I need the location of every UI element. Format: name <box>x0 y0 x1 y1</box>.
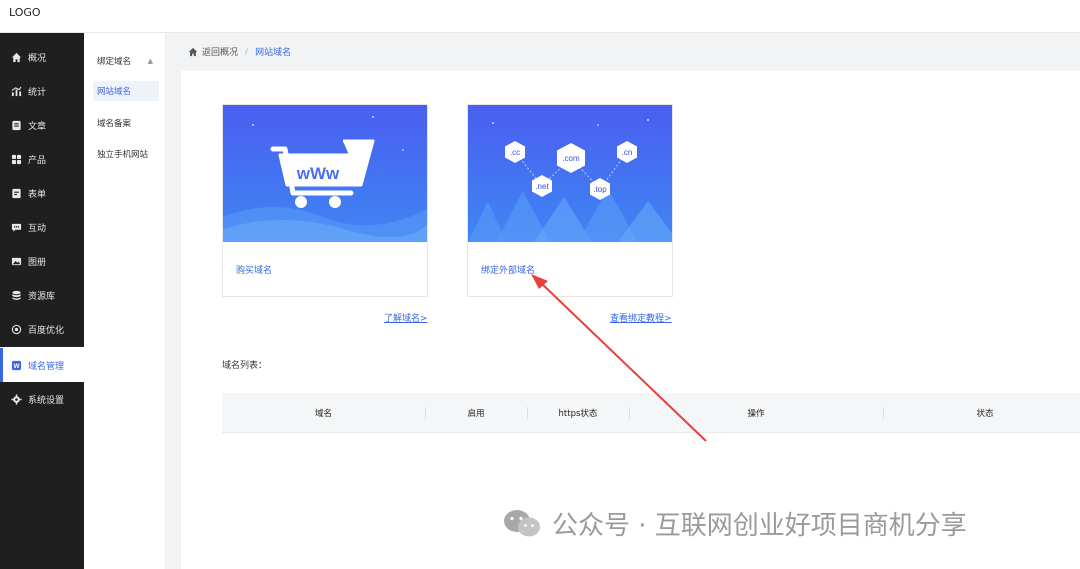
article-icon <box>11 120 22 131</box>
column-header-actions: 操作 <box>747 409 765 419</box>
sidebar-item-overview[interactable]: 概况 <box>0 40 84 74</box>
badge-net: .net <box>535 182 549 191</box>
buy-domain-label[interactable]: 购买域名 <box>236 263 272 276</box>
stats-icon <box>11 86 22 97</box>
bind-tutorial-link[interactable]: 查看绑定教程> <box>610 311 672 324</box>
sidebar-item-domain[interactable]: W 域名管理 <box>0 348 84 382</box>
home-icon[interactable] <box>188 47 198 57</box>
breadcrumb-current: 网站域名 <box>255 48 292 58</box>
badge-top: .top <box>593 185 607 194</box>
subnav-item-site-domain[interactable]: 网站域名 <box>93 81 159 101</box>
bind-domain-card[interactable]: .cc .com .cn .net .top 绑定外部域名 <box>467 104 673 297</box>
badge-com: .com <box>562 154 580 163</box>
subnav-group-bind-domain[interactable]: 绑定域名 ▲ <box>93 51 159 71</box>
column-header-enabled: 启用 <box>467 409 485 419</box>
badge-cn: .cn <box>622 148 633 157</box>
subnav-item-label: 网站域名 <box>97 87 132 97</box>
bind-domain-label[interactable]: 绑定外部域名 <box>481 263 535 276</box>
sidebar-item-article[interactable]: 文章 <box>0 108 84 142</box>
subnav-item-mobile-site[interactable]: 独立手机网站 <box>93 144 159 164</box>
subnav-item-label: 独立手机网站 <box>97 150 149 160</box>
column-header-https: https状态 <box>558 409 598 419</box>
domain-table-header: 域名 启用 https状态 操作 状态 <box>222 393 1080 433</box>
sidebar-item-label: 资源库 <box>28 291 56 302</box>
sidebar-item-label: 统计 <box>28 87 47 98</box>
sidebar-item-label: 表单 <box>28 189 47 200</box>
main-area: 返回概况 / 网站域名 wWw 购买域名 了解域名> .cc .com .cn … <box>166 33 1080 569</box>
sidebar-item-label: 文章 <box>28 121 47 132</box>
breadcrumb: 返回概况 / 网站域名 <box>166 33 1080 70</box>
sidebar-item-label: 概况 <box>28 53 47 64</box>
database-icon <box>11 290 22 301</box>
home-icon <box>11 52 22 63</box>
breadcrumb-separator: / <box>245 46 249 57</box>
svg-text:W: W <box>13 362 20 369</box>
buy-domain-banner: wWw <box>223 105 427 242</box>
product-icon <box>11 154 22 165</box>
watermark-text: 公众号 · 互联网创业好项目商机分享 <box>552 511 967 541</box>
buy-domain-card[interactable]: wWw 购买域名 <box>222 104 428 297</box>
domain-list-title: 域名列表： <box>222 361 268 371</box>
gear-icon <box>11 393 22 405</box>
subnav-group-label: 绑定域名 <box>97 57 132 67</box>
watermark: 公众号 · 互联网创业好项目商机分享 <box>502 505 967 542</box>
learn-domain-link[interactable]: 了解域名> <box>384 311 428 324</box>
chevron-up-icon: ▲ <box>147 57 153 65</box>
sidebar-item-label: 图册 <box>28 257 47 268</box>
subnav-item-label: 域名备案 <box>97 119 132 129</box>
top-bar: LOGO <box>0 0 1080 33</box>
sub-nav: 绑定域名 ▲ 网站域名 域名备案 独立手机网站 <box>84 33 166 569</box>
form-icon <box>11 188 22 199</box>
domain-icon: W <box>11 360 22 371</box>
sidebar-item-label: 系统设置 <box>28 395 65 406</box>
bind-domain-banner: .cc .com .cn .net .top <box>468 105 672 242</box>
column-header-status: 状态 <box>976 409 994 419</box>
column-header-domain: 域名 <box>314 409 332 419</box>
sidebar-item-interaction[interactable]: 互动 <box>0 210 84 244</box>
badge-cc: .cc <box>510 148 520 157</box>
sidebar-item-label: 产品 <box>28 155 47 166</box>
sidebar-item-label: 百度优化 <box>28 325 65 336</box>
sidebar-item-stats[interactable]: 统计 <box>0 74 84 108</box>
sidebar-item-form[interactable]: 表单 <box>0 176 84 210</box>
sidebar-item-resources[interactable]: 资源库 <box>0 278 84 312</box>
gallery-icon <box>11 256 22 267</box>
sidebar: 概况 统计 文章 产品 表单 互动 图册 资源库 百度优化 W 域名管理 系统设… <box>0 33 84 569</box>
sidebar-item-label: 互动 <box>28 223 47 234</box>
content-panel: wWw 购买域名 了解域名> .cc .com .cn .net .top 绑定… <box>181 71 1080 569</box>
sidebar-item-product[interactable]: 产品 <box>0 142 84 176</box>
logo: LOGO <box>9 6 41 19</box>
sidebar-item-settings[interactable]: 系统设置 <box>0 382 84 416</box>
seo-icon <box>11 324 22 335</box>
subnav-item-domain-filing[interactable]: 域名备案 <box>93 113 159 133</box>
sidebar-item-label: 域名管理 <box>28 361 65 372</box>
www-art-text: wWw <box>296 164 340 183</box>
wechat-icon <box>502 508 542 540</box>
breadcrumb-back-link[interactable]: 返回概况 <box>202 45 238 58</box>
sidebar-item-seo[interactable]: 百度优化 <box>0 312 84 346</box>
chat-icon <box>11 222 22 233</box>
sidebar-item-gallery[interactable]: 图册 <box>0 244 84 278</box>
